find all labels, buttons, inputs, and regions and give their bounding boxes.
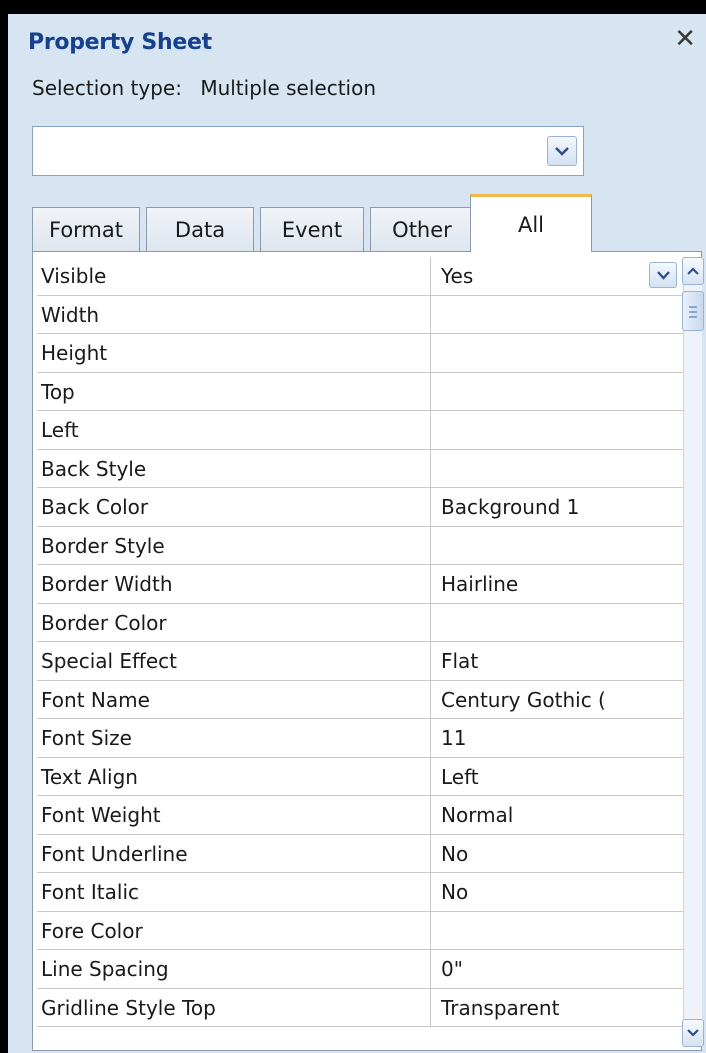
property-value[interactable] (431, 527, 683, 565)
tab-other[interactable]: Other (370, 207, 474, 251)
property-name: Font Italic (37, 873, 431, 911)
property-value[interactable]: Left (431, 758, 683, 796)
property-name: Border Style (37, 526, 431, 564)
property-name: Top (37, 372, 431, 410)
property-row[interactable]: Font Size 11 (37, 719, 683, 758)
property-row[interactable]: Back Color Background 1 (37, 488, 683, 527)
property-name: Font Weight (37, 796, 431, 834)
property-name: Gridline Style Top (37, 988, 431, 1026)
property-value[interactable] (431, 912, 683, 950)
property-name: Visible (37, 257, 431, 295)
property-value[interactable]: Century Gothic ( (431, 681, 683, 719)
property-name: Font Name (37, 680, 431, 718)
property-row[interactable]: Border Style (37, 526, 683, 565)
property-value[interactable] (431, 334, 683, 372)
property-row[interactable]: Border Color (37, 603, 683, 642)
property-value[interactable]: Background 1 (431, 488, 683, 526)
property-value[interactable]: No (431, 835, 683, 873)
property-name: Border Width (37, 565, 431, 603)
property-name: Border Color (37, 603, 431, 641)
property-row[interactable]: Left (37, 411, 683, 450)
property-name: Fore Color (37, 911, 431, 949)
scrollbar-thumb[interactable] (682, 291, 704, 331)
property-value[interactable]: Normal (431, 796, 683, 834)
property-name: Back Color (37, 488, 431, 526)
property-row[interactable]: Fore Color (37, 911, 683, 950)
property-value[interactable] (431, 373, 683, 411)
property-grid: Visible Yes Width Height Top Left Back Style Ba… (32, 251, 704, 1051)
property-value[interactable] (431, 296, 683, 334)
property-row[interactable]: Back Style (37, 449, 683, 488)
property-row[interactable]: Border Width Hairline (37, 565, 683, 604)
property-name: Back Style (37, 449, 431, 487)
property-name: Height (37, 334, 431, 372)
property-row[interactable]: Special Effect Flat (37, 642, 683, 681)
property-name: Left (37, 411, 431, 449)
property-name: Font Underline (37, 834, 431, 872)
property-row[interactable]: Font Weight Normal (37, 796, 683, 835)
property-value[interactable] (431, 411, 683, 449)
property-sheet-panel: Property Sheet ✕ Selection type: Multipl… (8, 14, 706, 1053)
panel-title: Property Sheet (28, 30, 212, 55)
property-value[interactable] (431, 604, 683, 642)
property-value[interactable]: Transparent (431, 989, 683, 1027)
chevron-down-icon[interactable] (649, 262, 677, 288)
property-row[interactable]: Width (37, 295, 683, 334)
property-name: Special Effect (37, 642, 431, 680)
selection-type-value: Multiple selection (200, 76, 377, 100)
property-row[interactable]: Line Spacing 0" (37, 950, 683, 989)
property-row[interactable]: Text Align Left (37, 757, 683, 796)
property-value[interactable]: 0" (431, 950, 683, 988)
tab-data[interactable]: Data (146, 207, 254, 251)
property-value[interactable] (431, 450, 683, 488)
chevron-down-icon[interactable] (547, 136, 577, 166)
property-row[interactable]: Height (37, 334, 683, 373)
property-name: Line Spacing (37, 950, 431, 988)
property-name: Width (37, 295, 431, 333)
property-value[interactable]: No (431, 873, 683, 911)
property-row[interactable]: Font Name Century Gothic ( (37, 680, 683, 719)
chevron-up-icon[interactable] (682, 257, 704, 285)
property-value[interactable]: 11 (431, 719, 683, 757)
property-row[interactable]: Gridline Style Top Transparent (37, 988, 683, 1027)
vertical-scrollbar[interactable] (682, 257, 704, 1047)
chevron-down-icon[interactable] (682, 1019, 704, 1047)
property-value[interactable]: Hairline (431, 565, 683, 603)
selection-combo-box[interactable] (32, 126, 584, 176)
property-name: Text Align (37, 757, 431, 795)
tab-event[interactable]: Event (260, 207, 364, 251)
property-value[interactable]: Flat (431, 642, 683, 680)
tab-format[interactable]: Format (32, 207, 140, 251)
property-row[interactable]: Top (37, 372, 683, 411)
selection-type-label: Selection type: (32, 76, 182, 100)
tab-all[interactable]: All (470, 194, 592, 252)
property-row[interactable]: Visible Yes (37, 257, 683, 296)
property-list: Visible Yes Width Height Top Left Back Style Ba… (37, 257, 683, 1027)
property-name: Font Size (37, 719, 431, 757)
close-icon[interactable]: ✕ (674, 26, 696, 52)
property-value[interactable]: Yes (431, 257, 683, 295)
property-row[interactable]: Font Underline No (37, 834, 683, 873)
property-row[interactable]: Font Italic No (37, 873, 683, 912)
selection-type: Selection type: Multiple selection (32, 76, 376, 100)
